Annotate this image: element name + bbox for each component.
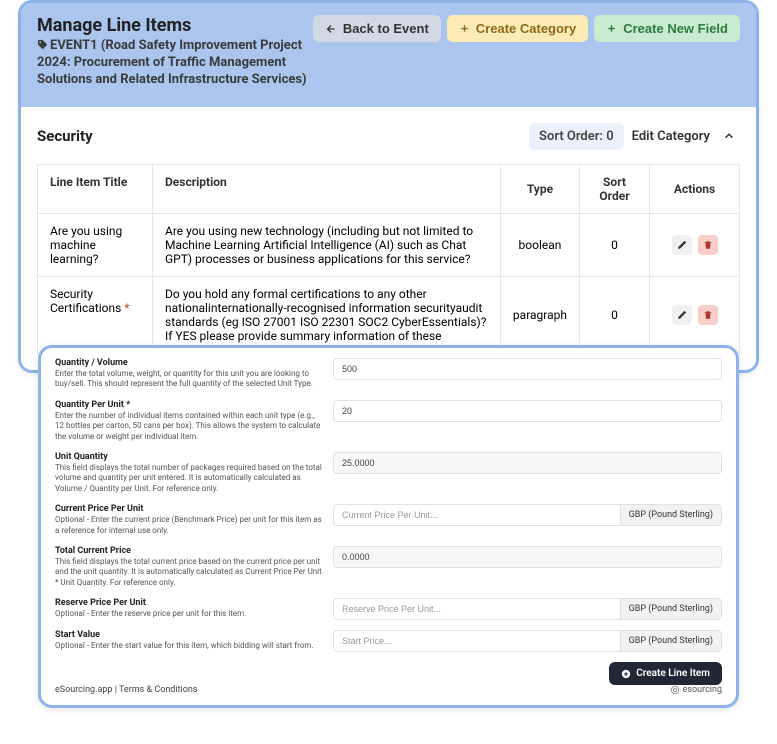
arrow-left-icon: [325, 23, 337, 35]
create-line-item-button[interactable]: Create Line Item: [609, 662, 722, 685]
current-price-per-unit-help: Optional - Enter the current price (Benc…: [55, 515, 323, 536]
pencil-icon: [677, 240, 687, 250]
th-actions: Actions: [650, 164, 740, 213]
event-subtitle: EVENT1 (Road Safety Improvement Project …: [37, 38, 313, 89]
currency-label: GBP (Pound Sterling): [621, 598, 722, 620]
quantity-volume-help: Enter the total volume, weight, or quant…: [55, 369, 323, 390]
quantity-volume-input[interactable]: [333, 358, 722, 380]
current-price-per-unit-label: Current Price Per Unit: [55, 504, 323, 514]
reserve-price-per-unit-label: Reserve Price Per Unit: [55, 598, 323, 608]
cell-type: paragraph: [500, 276, 579, 353]
table-row: Are you using machine learning? Are you …: [38, 213, 740, 276]
trash-icon: [703, 240, 713, 250]
start-value-input[interactable]: [333, 630, 621, 652]
edit-row-button[interactable]: [672, 305, 692, 325]
cell-title: Security Certifications *: [38, 276, 153, 353]
trash-icon: [703, 310, 713, 320]
start-value-label: Start Value: [55, 630, 323, 640]
page-header: Manage Line Items EVENT1 (Road Safety Im…: [21, 3, 756, 107]
reserve-price-per-unit-help: Optional - Enter the reserve price per u…: [55, 609, 323, 619]
sort-order-pill[interactable]: Sort Order: 0: [529, 123, 624, 150]
reserve-price-per-unit-input[interactable]: [333, 598, 621, 620]
total-current-price-output: [333, 546, 722, 568]
plus-icon: [459, 23, 470, 34]
quantity-per-unit-label: Quantity Per Unit *: [55, 400, 323, 410]
create-category-button[interactable]: Create Category: [447, 15, 588, 42]
brand-logo: esourcing: [670, 685, 722, 695]
th-description: Description: [153, 164, 501, 213]
edit-category-link[interactable]: Edit Category: [632, 129, 710, 144]
chevron-up-icon: [722, 129, 736, 143]
th-sort-order: Sort Order: [580, 164, 650, 213]
start-value-help: Optional - Enter the start value for thi…: [55, 641, 323, 651]
unit-quantity-output: [333, 452, 722, 474]
cell-so: 0: [580, 276, 650, 353]
cell-desc: Do you hold any formal certifications to…: [153, 276, 501, 353]
total-current-price-label: Total Current Price: [55, 546, 323, 556]
cell-so: 0: [580, 213, 650, 276]
th-type: Type: [500, 164, 579, 213]
cell-title: Are you using machine learning?: [38, 213, 153, 276]
cell-type: boolean: [500, 213, 579, 276]
terms-link[interactable]: Terms & Conditions: [119, 685, 197, 695]
esourcing-app-link[interactable]: eSourcing.app: [55, 685, 112, 695]
tag-icon: [37, 39, 48, 50]
edit-row-button[interactable]: [672, 235, 692, 255]
quantity-volume-label: Quantity / Volume: [55, 358, 323, 368]
collapse-toggle[interactable]: [718, 125, 740, 147]
unit-quantity-label: Unit Quantity: [55, 452, 323, 462]
table-row: Security Certifications * Do you hold an…: [38, 276, 740, 353]
category-title: Security: [37, 127, 93, 145]
bottom-card: Quantity / Volume Enter the total volume…: [38, 345, 739, 708]
top-card: Manage Line Items EVENT1 (Road Safety Im…: [18, 0, 759, 373]
pencil-icon: [677, 310, 687, 320]
delete-row-button[interactable]: [698, 235, 718, 255]
footer-links: eSourcing.app | Terms & Conditions: [55, 685, 197, 695]
line-items-table: Line Item Title Description Type Sort Or…: [37, 164, 740, 354]
th-title: Line Item Title: [38, 164, 153, 213]
plus-icon: [606, 23, 617, 34]
currency-label: GBP (Pound Sterling): [621, 504, 722, 526]
cell-desc: Are you using new technology (including …: [153, 213, 501, 276]
brand-icon: [670, 685, 680, 695]
page-title: Manage Line Items: [37, 15, 313, 36]
plus-circle-icon: [621, 669, 631, 679]
currency-label: GBP (Pound Sterling): [621, 630, 722, 652]
quantity-per-unit-help: Enter the number of individual items con…: [55, 411, 323, 442]
quantity-per-unit-input[interactable]: [333, 400, 722, 422]
unit-quantity-help: This field displays the total number of …: [55, 463, 323, 494]
total-current-price-help: This field displays the total current pr…: [55, 557, 323, 588]
current-price-per-unit-input[interactable]: [333, 504, 621, 526]
delete-row-button[interactable]: [698, 305, 718, 325]
create-new-field-button[interactable]: Create New Field: [594, 15, 740, 42]
back-to-event-button[interactable]: Back to Event: [313, 15, 441, 42]
